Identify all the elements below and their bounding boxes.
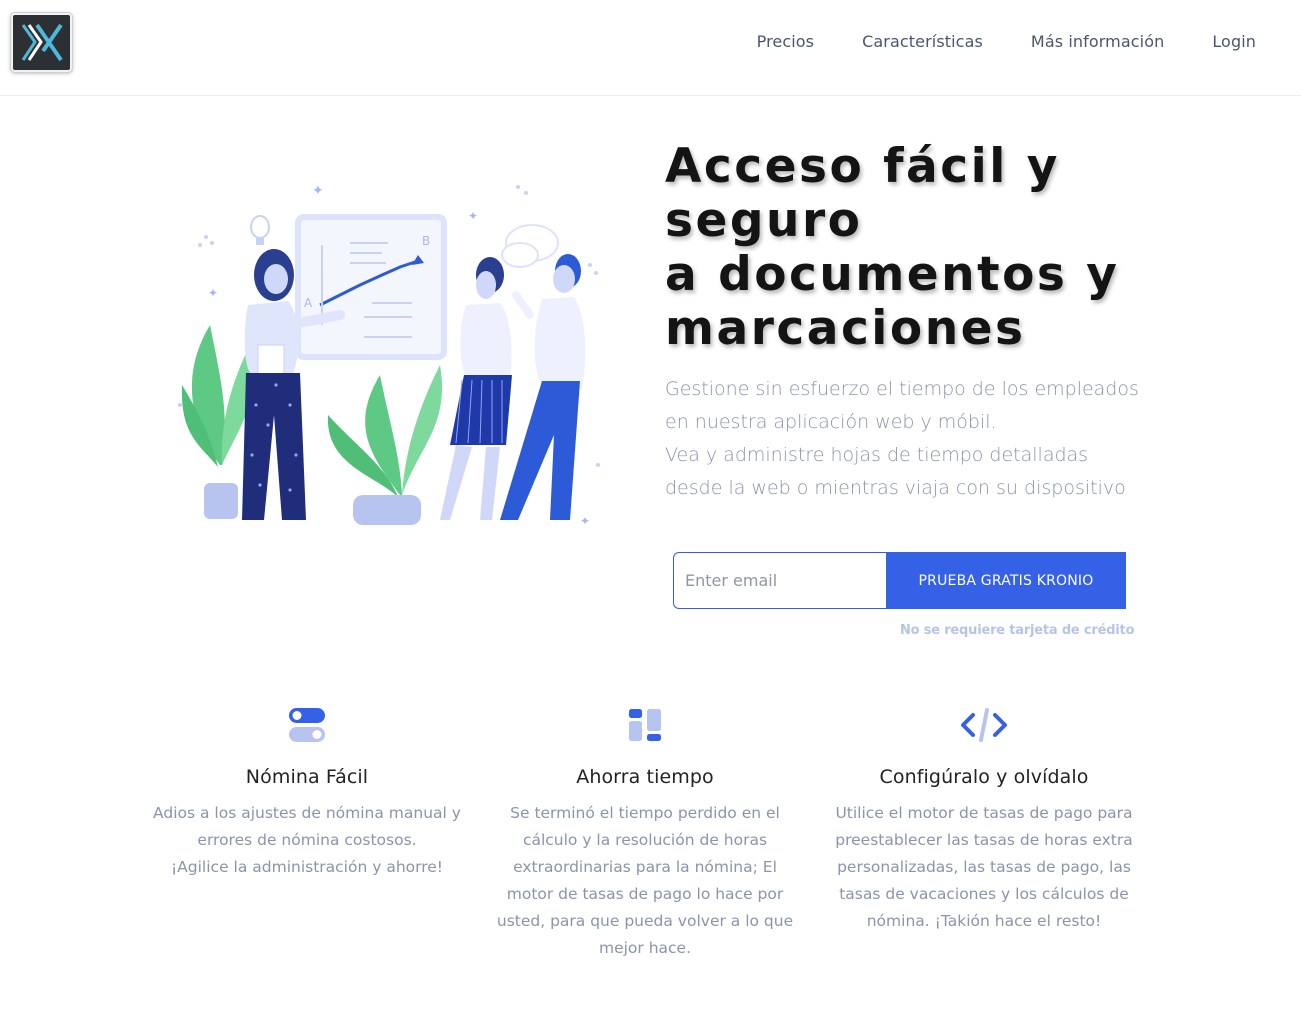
- hero-title-line: marcaciones: [665, 301, 1026, 356]
- no-card-note: No se requiere tarjeta de crédito: [900, 623, 1135, 638]
- code-icon: [829, 700, 1139, 750]
- feature-nomina-facil: Nómina Fácil Adios a los ajustes de nómi…: [152, 700, 462, 881]
- feature-description: Se terminó el tiempo perdido en el cálcu…: [490, 800, 800, 962]
- feature-description-line: Adios a los ajustes de nómina manual y: [153, 804, 461, 822]
- feature-description-line: mejor hace.: [598, 939, 692, 957]
- feature-ahorra-tiempo: Ahorra tiempo Se terminó el tiempo perdi…: [490, 700, 800, 962]
- hero-subtitle: Gestione sin esfuerzo el tiempo de los e…: [665, 373, 1165, 505]
- feature-description-line: nómina. ¡Takión hace el resto!: [866, 912, 1102, 930]
- logo-mark-icon: [21, 23, 63, 62]
- feature-description-line: extraordinarias para la nómina; El: [513, 858, 777, 876]
- hero-title: Acceso fácil y seguro a documentos y mar…: [665, 140, 1285, 356]
- feature-description-line: usted, para que pueda volver a lo que: [496, 912, 794, 930]
- feature-description-line: errores de nómina costosos.: [197, 831, 417, 849]
- feature-description-line: motor de tasas de pago lo hace por: [506, 885, 784, 903]
- nav-link-caracteristicas[interactable]: Características: [862, 30, 983, 53]
- site-header: Precios Características Más información …: [0, 0, 1301, 96]
- svg-text:✦: ✦: [468, 209, 478, 223]
- nav-link-mas-informacion[interactable]: Más información: [1031, 30, 1164, 53]
- svg-text:B: B: [422, 234, 430, 248]
- hero-title-line: Acceso fácil y: [665, 139, 1060, 194]
- feature-description-line: cálculo y la resolución de horas: [522, 831, 768, 849]
- feature-description-line: preestablecer las tasas de horas extra: [835, 831, 1133, 849]
- hero-subtitle-line: Gestione sin esfuerzo el tiempo de los e…: [665, 378, 1139, 400]
- hero-title-line: seguro: [665, 193, 863, 248]
- feature-description-line: Se terminó el tiempo perdido en el: [510, 804, 780, 822]
- svg-text:✦: ✦: [580, 514, 590, 528]
- brand-logo[interactable]: [10, 12, 73, 73]
- hero-illustration: B A ✦ ✦ ✦ ✦: [150, 175, 630, 535]
- hero-subtitle-line: Vea y administre hojas de tiempo detalla…: [665, 444, 1089, 466]
- svg-text:A: A: [304, 296, 313, 310]
- feature-description-line: tasas de vacaciones y los cálculos de: [839, 885, 1129, 903]
- hero-subtitle-line: desde la web o mientras viaja con su dis…: [665, 477, 1126, 499]
- free-trial-button[interactable]: PRUEBA GRATIS KRONIO: [886, 552, 1126, 609]
- feature-description: Utilice el motor de tasas de pago para p…: [829, 800, 1139, 935]
- hero-title-line: a documentos y: [665, 247, 1120, 302]
- nav-link-login[interactable]: Login: [1212, 30, 1256, 53]
- feature-description: Adios a los ajustes de nómina manual y e…: [152, 800, 462, 881]
- feature-title: Ahorra tiempo: [576, 766, 714, 788]
- svg-text:✦: ✦: [312, 183, 324, 199]
- email-input[interactable]: [673, 552, 886, 609]
- feature-title: Configúralo y olvídalo: [879, 766, 1089, 788]
- feature-title: Nómina Fácil: [245, 766, 369, 788]
- feature-description-line: ¡Agilice la administración y ahorre!: [170, 858, 444, 876]
- hero-subtitle-line: en nuestra aplicación web y móbil.: [665, 411, 997, 433]
- main-nav: Precios Características Más información …: [757, 30, 1256, 53]
- feature-description-line: personalizadas, las tasas de pago, las: [837, 858, 1131, 876]
- toggle-icon: [152, 700, 462, 750]
- svg-text:✦: ✦: [208, 286, 218, 300]
- nav-link-precios[interactable]: Precios: [757, 30, 815, 53]
- signup-form: PRUEBA GRATIS KRONIO: [673, 552, 1126, 609]
- dashboard-icon: [490, 700, 800, 750]
- feature-configuralo: Configúralo y olvídalo Utilice el motor …: [829, 700, 1139, 935]
- feature-description-line: Utilice el motor de tasas de pago para: [835, 804, 1133, 822]
